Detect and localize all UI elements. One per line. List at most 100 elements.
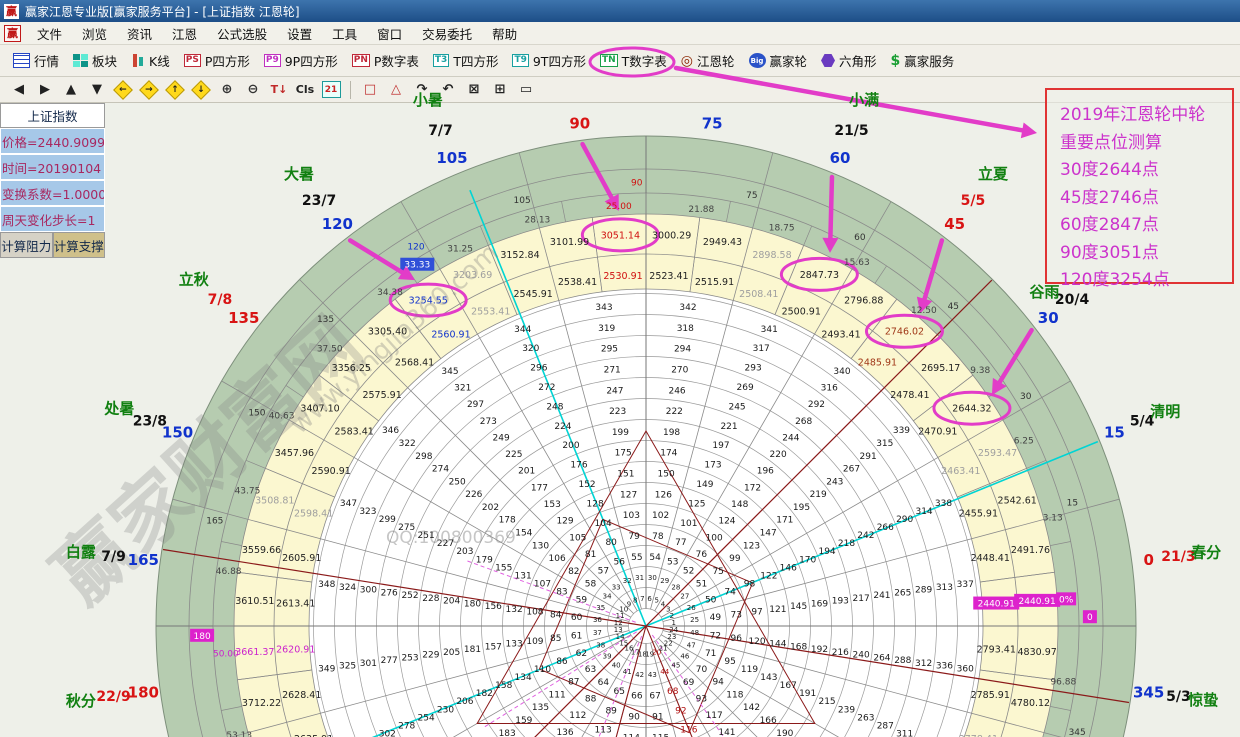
rotate-ccw-button[interactable]: ↶ [436, 80, 460, 100]
rotate-cw-button[interactable]: ↷ [410, 80, 434, 100]
index-name: 上证指数 [0, 103, 105, 128]
zoom-out-button[interactable]: ⊖ [241, 80, 265, 100]
market-quotes-button-label: 行情 [34, 51, 59, 70]
app-logo-icon: 赢 [4, 4, 19, 19]
menu-item[interactable]: 公式选股 [207, 24, 277, 45]
p9-square-button-label: 9P四方形 [285, 51, 338, 70]
menu-item[interactable]: 交易委托 [412, 24, 482, 45]
sectors-button[interactable]: 板块 [66, 48, 124, 73]
zoom-in-button[interactable]: ⊕ [215, 80, 239, 100]
menu-item[interactable]: 浏览 [72, 24, 117, 45]
sectors-button-icon [73, 54, 88, 67]
kline-button[interactable]: K线 [124, 48, 177, 73]
index-info-panel: 上证指数 价格=2440.9099时间=20190104变换系数=1.00000… [0, 103, 105, 258]
triangle-tool-button[interactable]: △ [384, 80, 408, 100]
menu-item[interactable]: 江恩 [162, 24, 207, 45]
shift-up-button-icon: ↑ [165, 80, 185, 100]
calendar-icon: 21 [322, 81, 341, 98]
hexagon-button-icon [821, 54, 835, 67]
gann-wheel-button-label: 江恩轮 [697, 51, 735, 70]
p9-square-button-icon: P9 [264, 54, 281, 67]
menu-bar: 赢 文件浏览资讯江恩公式选股设置工具窗口交易委托帮助 [0, 22, 1240, 45]
info-row: 变换系数=1.00000 [0, 180, 105, 206]
annotation-line: 2019年江恩轮中轮 [1060, 102, 1232, 130]
rect-tool-button[interactable]: □ [358, 80, 382, 100]
menu-item[interactable]: 窗口 [367, 24, 412, 45]
price-axis-button[interactable]: T↓ [267, 80, 291, 100]
menu-item[interactable]: 设置 [277, 24, 322, 45]
p-number-table-button-label: P数字表 [374, 51, 419, 70]
menu-item[interactable]: 文件 [27, 24, 72, 45]
shift-up-button[interactable]: ↑ [163, 80, 187, 100]
hexagon-button[interactable]: 六角形 [814, 48, 884, 73]
winner-service-button-icon: $ [891, 54, 901, 68]
info-row: 价格=2440.9099 [0, 128, 105, 154]
main-toolbar: 行情 板块 K线 PS P四方形 P9 9P四方形 PN P数字表 T3T四方形 T9 9T四方形 TN… [0, 45, 1240, 77]
shift-left-button[interactable]: ← [111, 80, 135, 100]
shift-right-button-icon: → [139, 80, 159, 100]
shift-right-button[interactable]: → [137, 80, 161, 100]
winner-wheel-button-icon: Big [749, 53, 766, 68]
toolbar-separator [350, 81, 351, 99]
t-number-table-button-icon: TN [600, 54, 618, 67]
gann-wheel-button[interactable]: ◎ 江恩轮 [674, 48, 742, 73]
annotation-line: 30度2644点 [1060, 157, 1232, 185]
t-number-table-button-label: T数字表 [622, 51, 667, 70]
cls-button[interactable]: Cls [293, 80, 317, 100]
screen-button[interactable]: ▭ [514, 80, 538, 100]
winner-wheel-button[interactable]: Big 赢家轮 [742, 48, 815, 73]
t-square-button-label: T四方形 [453, 51, 498, 70]
info-row: 时间=20190104 [0, 154, 105, 180]
menu-logo-icon: 赢 [4, 25, 21, 42]
menu-item[interactable]: 工具 [322, 24, 367, 45]
annotation-line: 120度3254点 [1060, 267, 1232, 295]
gann-wheel-button-icon: ◎ [681, 54, 693, 68]
market-quotes-button-icon [13, 53, 30, 68]
annotation-line: 90度3051点 [1060, 240, 1232, 268]
menu-items: 文件浏览资讯江恩公式选股设置工具窗口交易委托帮助 [27, 24, 527, 43]
window-title: 赢家江恩专业版[赢家服务平台] - [上证指数 江恩轮] [25, 3, 300, 20]
arrow-glyph: → [145, 84, 153, 94]
sectors-button-label: 板块 [92, 51, 117, 70]
p-number-table-button-icon: PN [352, 54, 370, 67]
winner-service-button-label: 赢家服务 [904, 51, 954, 70]
scroll-right-button[interactable]: ▶ [33, 80, 57, 100]
title-bar: 赢 赢家江恩专业版[赢家服务平台] - [上证指数 江恩轮] [0, 0, 1240, 22]
calc-buttons: 计算阻力计算支撑 [0, 232, 105, 258]
market-quotes-button[interactable]: 行情 [6, 48, 66, 73]
t9-square-button-icon: T9 [512, 54, 528, 67]
fit-button[interactable]: ⊞ [488, 80, 512, 100]
info-row: 周天变化步长=1 [0, 206, 105, 232]
annotation-line: 60度2847点 [1060, 212, 1232, 240]
kline-button-icon [131, 53, 145, 68]
p9-square-button[interactable]: P9 9P四方形 [257, 48, 345, 73]
t-square-button[interactable]: T3T四方形 [426, 48, 506, 73]
t-number-table-button[interactable]: TN T数字表 [593, 48, 674, 73]
t9-square-button[interactable]: T9 9T四方形 [505, 48, 593, 73]
p-square-button[interactable]: PS P四方形 [177, 48, 257, 73]
menu-item[interactable]: 帮助 [482, 24, 527, 45]
p-square-button-icon: PS [184, 54, 201, 67]
shift-left-button-icon: ← [113, 80, 133, 100]
winner-wheel-button-label: 赢家轮 [770, 51, 808, 70]
scroll-left-button[interactable]: ◀ [7, 80, 31, 100]
calc-support-button[interactable]: 计算支撑 [53, 232, 106, 258]
annotation-line: 重要点位测算 [1060, 130, 1232, 158]
arrow-glyph: ↓ [197, 84, 205, 94]
key-levels-annotation-box: 2019年江恩轮中轮重要点位测算30度2644点45度2746点60度2847点… [1045, 88, 1234, 284]
delete-box-button[interactable]: ⊠ [462, 80, 486, 100]
shift-down-button[interactable]: ↓ [189, 80, 213, 100]
page-down-button[interactable]: ▼ [85, 80, 109, 100]
p-number-table-button[interactable]: PN P数字表 [345, 48, 426, 73]
arrow-glyph: ← [119, 84, 127, 94]
hexagon-button-label: 六角形 [839, 51, 877, 70]
index-info-rows: 价格=2440.9099时间=20190104变换系数=1.00000周天变化步… [0, 128, 105, 232]
shift-down-button-icon: ↓ [191, 80, 211, 100]
p-square-button-label: P四方形 [205, 51, 250, 70]
page-up-button[interactable]: ▲ [59, 80, 83, 100]
menu-item[interactable]: 资讯 [117, 24, 162, 45]
t9-square-button-label: 9T四方形 [533, 51, 586, 70]
calc-resistance-button[interactable]: 计算阻力 [0, 232, 53, 258]
calendar-button[interactable]: 21 [319, 80, 343, 100]
winner-service-button[interactable]: $赢家服务 [884, 48, 962, 73]
